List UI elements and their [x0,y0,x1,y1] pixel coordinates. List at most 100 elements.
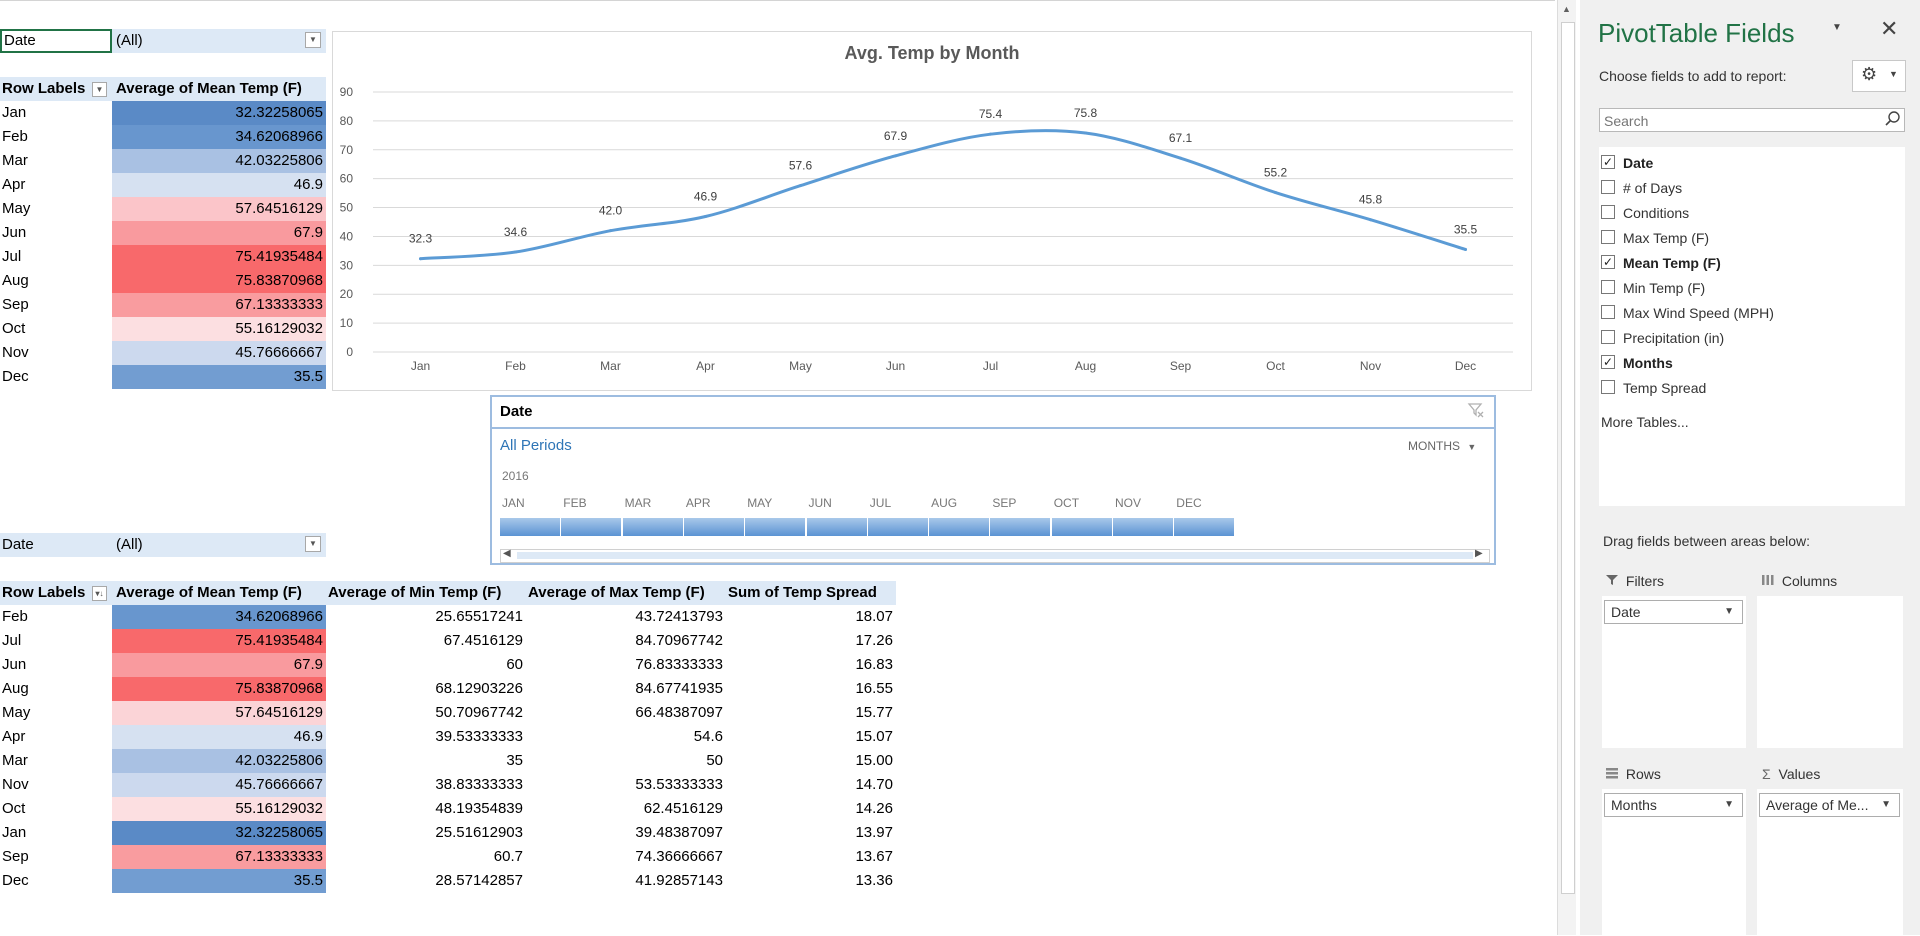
field-search-box[interactable] [1599,108,1905,132]
pivot2-row-spread[interactable]: 18.07 [726,605,896,629]
pivot1-row-label[interactable]: Oct [0,317,112,341]
pivot2-row-label[interactable]: Jan [0,821,112,845]
slicer-month-tile[interactable] [1113,518,1174,536]
field-item[interactable]: Conditions [1601,203,1901,223]
pivot1-row-label[interactable]: Dec [0,365,112,389]
pivot2-row-spread[interactable]: 14.26 [726,797,896,821]
field-item[interactable]: Max Wind Speed (MPH) [1601,303,1901,323]
slicer-month-tile[interactable] [1051,518,1113,536]
pivot1-row[interactable]: Dec 35.5 [0,365,326,389]
pivot2-row[interactable]: Jun 67.9 60 76.83333333 16.83 [0,653,896,677]
pivot2-row-max[interactable]: 76.83333333 [526,653,726,677]
columns-area[interactable] [1757,596,1903,748]
pivot2-row-min[interactable]: 60.7 [326,845,526,869]
pivot2-row-mean[interactable]: 75.41935484 [112,629,326,653]
pivot2-row-mean[interactable]: 75.83870968 [112,677,326,701]
pivot2-filter-value[interactable]: (All) [114,533,304,557]
pivot2-row-spread[interactable]: 13.36 [726,869,896,893]
pivot2-row-mean[interactable]: 45.76666667 [112,773,326,797]
pivot2-row-spread[interactable]: 17.26 [726,629,896,653]
field-checkbox[interactable]: ✓ [1601,355,1615,369]
pivot1-row-label[interactable]: Apr [0,173,112,197]
pivot1-row-mean[interactable]: 55.16129032 [112,317,326,341]
search-icon[interactable] [1884,110,1902,132]
pivot2-row-spread[interactable]: 16.55 [726,677,896,701]
pivot1-row[interactable]: Jul 75.41935484 [0,245,326,269]
pivot1-row-mean[interactable]: 75.83870968 [112,269,326,293]
pivot2-row[interactable]: Nov 45.76666667 38.83333333 53.53333333 14.7… [0,773,896,797]
pivot2-row-mean[interactable]: 35.5 [112,869,326,893]
pivot1-row[interactable]: Nov 45.76666667 [0,341,326,365]
pivot2-row-max[interactable]: 84.70967742 [526,629,726,653]
pivot2-row-min[interactable]: 38.83333333 [326,773,526,797]
field-checkbox[interactable] [1601,305,1615,319]
filters-area-item[interactable]: Date ▼ [1604,600,1743,624]
pivot1-filter-dropdown[interactable]: ▼ [305,32,321,48]
slicer-month-tile[interactable] [622,518,684,536]
field-item[interactable]: Min Temp (F) [1601,278,1901,298]
pivot1-row[interactable]: Feb 34.62068966 [0,125,326,149]
pivot1-row-labels-dropdown[interactable]: ▼ [92,82,107,97]
pivot1-row[interactable]: Oct 55.16129032 [0,317,326,341]
pivot1-row[interactable]: Sep 67.13333333 [0,293,326,317]
pivot1-row-mean[interactable]: 67.13333333 [112,293,326,317]
pivot1-row-mean[interactable]: 57.64516129 [112,197,326,221]
field-checkbox[interactable] [1601,280,1615,294]
pivot1-row[interactable]: Jan 32.32258065 [0,101,326,125]
field-item[interactable]: Temp Spread [1601,378,1901,398]
slicer-month-tile[interactable] [990,518,1052,536]
pivot2-row-max[interactable]: 53.53333333 [526,773,726,797]
slicer-month-tile[interactable] [1174,518,1236,536]
pivot1-row-mean[interactable]: 35.5 [112,365,326,389]
pivot2-row-max[interactable]: 41.92857143 [526,869,726,893]
pivot2-row-max[interactable]: 84.67741935 [526,677,726,701]
pivot1-row[interactable]: Aug 75.83870968 [0,269,326,293]
pivot2-row[interactable]: Sep 67.13333333 60.7 74.36666667 13.67 [0,845,896,869]
slicer-month-tile[interactable] [745,518,807,536]
pivot2-row-mean[interactable]: 57.64516129 [112,701,326,725]
pivot1-row-label[interactable]: Nov [0,341,112,365]
pivot1-row[interactable]: Apr 46.9 [0,173,326,197]
pivot2-filter-label[interactable]: Date [0,533,112,557]
pivot1-row-mean[interactable]: 32.32258065 [112,101,326,125]
clear-filter-icon[interactable] [1467,401,1485,419]
pivot2-row-label[interactable]: Oct [0,797,112,821]
field-checkbox[interactable]: ✓ [1601,255,1615,269]
pivot1-row-label[interactable]: Jul [0,245,112,269]
pivot2-row[interactable]: Feb 34.62068966 25.65517241 43.72413793 18.0… [0,605,896,629]
pivot1-row[interactable]: Mar 42.03225806 [0,149,326,173]
field-item[interactable]: ✓ Mean Temp (F) [1601,253,1901,273]
field-checkbox[interactable] [1601,230,1615,244]
pivot1-row-label[interactable]: Mar [0,149,112,173]
more-tables-link[interactable]: More Tables... [1601,414,1689,430]
pivot2-row-labels-sort-dropdown[interactable]: ▾↓ [92,586,107,601]
scroll-up-icon[interactable]: ▲ [1562,4,1571,14]
pivot2-row[interactable]: Oct 55.16129032 48.19354839 62.4516129 14.26 [0,797,896,821]
pivot1-row-mean[interactable]: 42.03225806 [112,149,326,173]
values-area-item[interactable]: Average of Me... ▼ [1759,793,1900,817]
pivot2-row-max[interactable]: 43.72413793 [526,605,726,629]
pivot2-row-min[interactable]: 39.53333333 [326,725,526,749]
pivot2-row-min[interactable]: 25.51612903 [326,821,526,845]
pivot2-row-min[interactable]: 28.57142857 [326,869,526,893]
pivot2-row-label[interactable]: Nov [0,773,112,797]
pivot1-row-label[interactable]: Jan [0,101,112,125]
field-checkbox[interactable]: ✓ [1601,155,1615,169]
pivot1-row-mean[interactable]: 34.62068966 [112,125,326,149]
slicer-month-tile[interactable] [500,518,561,536]
slicer-month-tile[interactable] [806,518,868,536]
pivot2-row-mean[interactable]: 32.32258065 [112,821,326,845]
pivot2-row-max[interactable]: 74.36666667 [526,845,726,869]
pivot2-row-spread[interactable]: 15.07 [726,725,896,749]
pivot2-row-label[interactable]: May [0,701,112,725]
slicer-scrollbar[interactable]: ◀ ▶ [500,548,1490,563]
pivot2-row-label[interactable]: Jul [0,629,112,653]
pivot1-row-mean[interactable]: 46.9 [112,173,326,197]
pivot1-row-mean[interactable]: 67.9 [112,221,326,245]
pivot1-row[interactable]: Jun 67.9 [0,221,326,245]
pivot2-row-max[interactable]: 62.4516129 [526,797,726,821]
pivot2-row-min[interactable]: 67.4516129 [326,629,526,653]
pivot2-row-min[interactable]: 50.70967742 [326,701,526,725]
pivot2-row-min[interactable]: 25.65517241 [326,605,526,629]
field-item[interactable]: # of Days [1601,178,1901,198]
